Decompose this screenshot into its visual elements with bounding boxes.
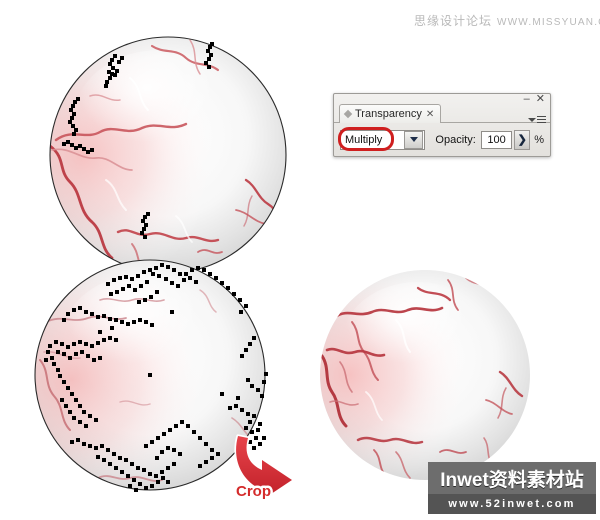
menu-lines-icon (537, 116, 546, 123)
sphere-eyeball-with-path-outline (49, 36, 287, 274)
panel-menu-icon[interactable] (528, 116, 546, 123)
watermark-bottom: Inwet资料素材站 www.52inwet.com (428, 462, 596, 514)
opacity-label: Opacity: (435, 133, 476, 146)
window-buttons: – ✕ (524, 94, 545, 105)
tab-transparency[interactable]: Transparency ✕ (339, 104, 442, 123)
watermark-top: 思缘设计论坛 WWW.MISSYUAN.COM (414, 12, 600, 29)
blend-mode-value: Multiply (345, 133, 383, 146)
panel-grip-icon (343, 109, 353, 119)
opacity-unit: % (534, 133, 545, 146)
close-icon[interactable]: ✕ (536, 94, 545, 105)
watermark-bottom-title: Inwet资料素材站 (440, 469, 584, 491)
sphere-eyeball-final-cropped (320, 270, 530, 480)
panel-tabstrip: Transparency ✕ (334, 104, 550, 123)
tab-close-icon[interactable]: ✕ (426, 109, 434, 120)
crop-label-svg: Crop Crop (234, 481, 274, 503)
chevron-down-icon[interactable] (404, 130, 424, 149)
opacity-stepper-icon[interactable]: ❯ (514, 129, 531, 150)
tab-transparency-label: Transparency (355, 108, 422, 120)
panel-titlebar[interactable]: – ✕ (334, 94, 550, 105)
transparency-panel[interactable]: – ✕ Transparency ✕ Multiply Opacity: 100 (333, 93, 551, 157)
watermark-top-cn: 思缘设计论坛 (414, 14, 493, 28)
crop-annotation: Crop Crop (222, 428, 322, 510)
opacity-input[interactable]: 100 (480, 130, 513, 149)
panel-body: Multiply Opacity: 100 ❯ % (334, 123, 550, 156)
blend-mode-select[interactable]: Multiply (338, 126, 426, 151)
svg-text:Crop: Crop (236, 483, 271, 500)
minimize-icon[interactable]: – (524, 94, 530, 105)
canvas: Crop Crop 思缘设计论坛 WWW.MISSYUAN.COM Inwet资料… (0, 0, 600, 520)
watermark-top-url: WWW.MISSYUAN.COM (497, 17, 600, 28)
chevron-down-icon (528, 117, 536, 122)
watermark-bottom-url: www.52inwet.com (448, 498, 576, 510)
